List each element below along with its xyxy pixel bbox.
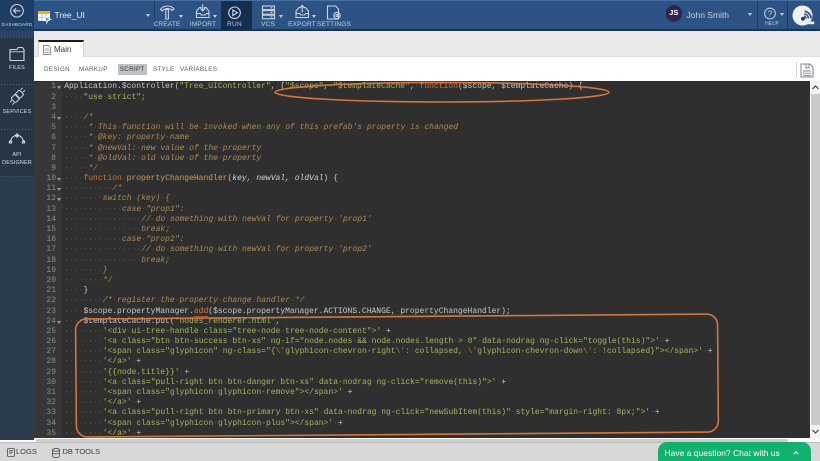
svg-text:?: ? — [768, 10, 773, 19]
